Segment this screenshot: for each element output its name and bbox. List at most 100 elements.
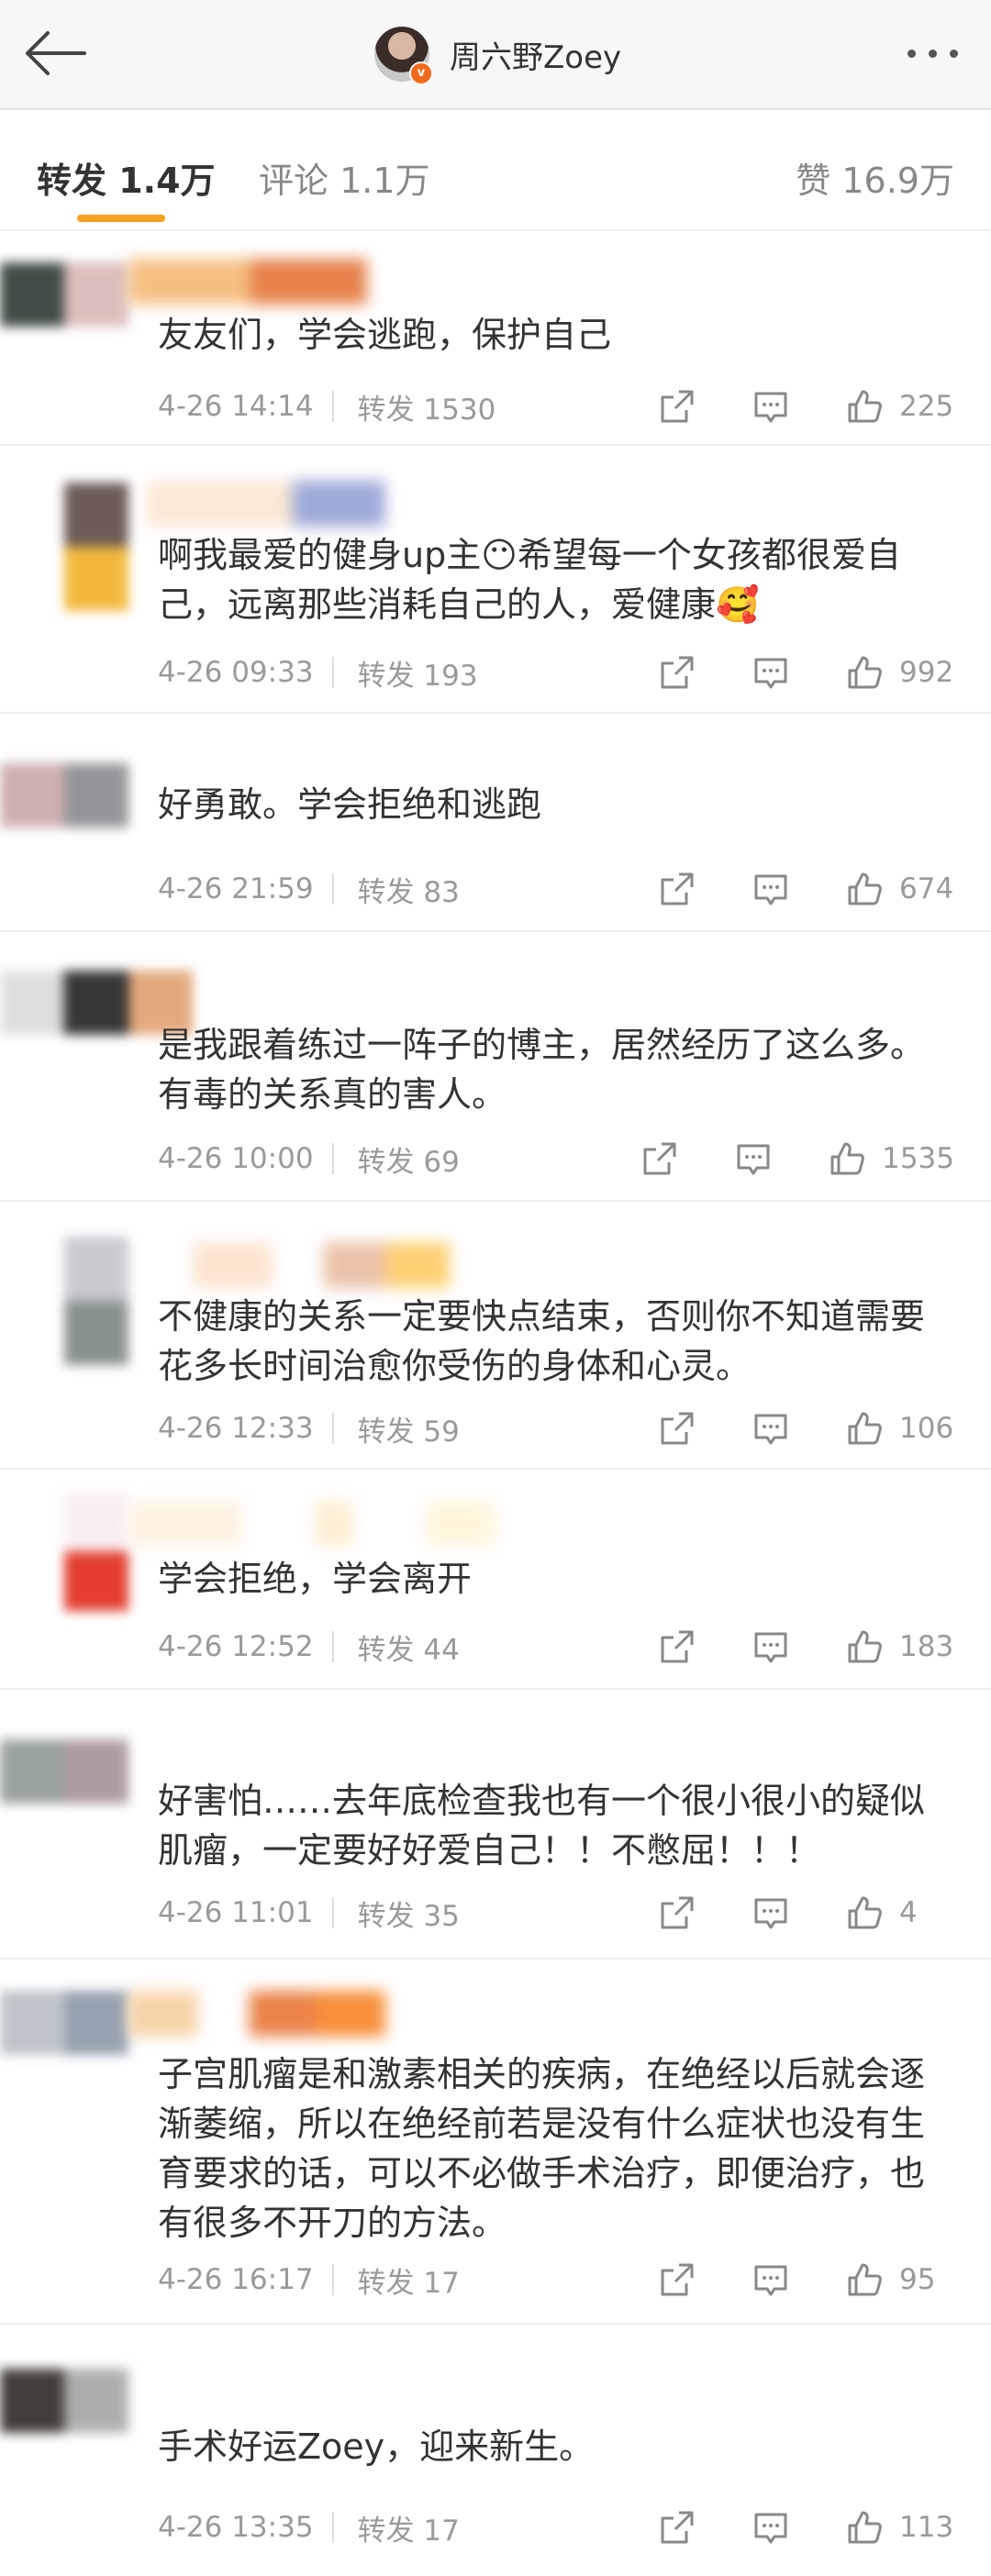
like-icon[interactable] bbox=[846, 1894, 883, 1931]
avatar[interactable] bbox=[0, 763, 128, 827]
comment-time: 4-26 09:33 bbox=[158, 656, 314, 689]
like-count: 4 bbox=[899, 1896, 918, 1929]
avatar[interactable] bbox=[0, 1991, 128, 2055]
repost-icon[interactable] bbox=[659, 654, 696, 691]
top-bar: v 周六野Zoey bbox=[0, 0, 991, 110]
divider bbox=[331, 657, 334, 688]
username-blurred[interactable] bbox=[128, 259, 367, 305]
comment-icon[interactable] bbox=[752, 654, 789, 691]
like-icon[interactable] bbox=[846, 2261, 883, 2298]
repost-icon[interactable] bbox=[659, 388, 696, 425]
list-item[interactable]: 子宫肌瘤是和激素相关的疾病，在绝经以后就会逐渐萎缩，所以在绝经前若是没有什么症状… bbox=[0, 1958, 991, 2325]
list-item[interactable]: 友友们，学会逃跑，保护自己 4-26 14:14 转发 1530 225 bbox=[0, 231, 991, 446]
like-icon[interactable] bbox=[846, 871, 883, 907]
avatar[interactable] bbox=[64, 1237, 128, 1365]
username-blurred[interactable] bbox=[128, 1501, 496, 1547]
comment-text: 啊我最爱的健身up主😶希望每一个女孩都很爱自己，远离那些消耗自己的人，爱健康🥰 bbox=[158, 535, 901, 625]
page-title: 周六野Zoey bbox=[450, 39, 622, 76]
tab-likes[interactable]: 赞 16.9万 bbox=[796, 152, 954, 203]
repost-icon[interactable] bbox=[659, 1410, 696, 1447]
comment-time: 4-26 13:35 bbox=[158, 2511, 314, 2544]
verified-badge-icon: v bbox=[409, 61, 433, 85]
repost-icon[interactable] bbox=[659, 2509, 696, 2546]
divider bbox=[331, 2264, 334, 2295]
comment-time: 4-26 12:52 bbox=[158, 1630, 314, 1663]
repost-icon[interactable] bbox=[659, 1628, 696, 1665]
comment-icon[interactable] bbox=[752, 1894, 789, 1931]
comment-time: 4-26 12:33 bbox=[158, 1412, 314, 1445]
comment-icon[interactable] bbox=[752, 871, 789, 907]
divider bbox=[331, 873, 334, 905]
comment-time: 4-26 10:00 bbox=[158, 1142, 314, 1175]
repost-count: 转发 83 bbox=[357, 875, 460, 909]
like-icon[interactable] bbox=[846, 388, 883, 425]
like-count: 113 bbox=[899, 2511, 954, 2544]
repost-count: 转发 1530 bbox=[357, 393, 496, 427]
comment-text: 好勇敢。学会拒绝和逃跑 bbox=[158, 784, 542, 825]
divider bbox=[331, 2512, 334, 2543]
repost-count: 转发 35 bbox=[357, 1899, 460, 1933]
avatar[interactable]: v bbox=[374, 27, 433, 85]
repost-icon[interactable] bbox=[659, 871, 696, 907]
username-blurred[interactable] bbox=[147, 481, 385, 527]
more-icon[interactable] bbox=[907, 50, 958, 58]
like-count: 183 bbox=[899, 1630, 954, 1663]
like-icon[interactable] bbox=[829, 1140, 865, 1177]
username-blurred[interactable] bbox=[128, 1991, 385, 2037]
comment-time: 4-26 14:14 bbox=[158, 390, 314, 423]
comment-time: 4-26 16:17 bbox=[158, 2263, 314, 2296]
avatar[interactable] bbox=[0, 2369, 128, 2433]
comment-text: 子宫肌瘤是和激素相关的疾病，在绝经以后就会逐渐萎缩，所以在绝经前若是没有什么症状… bbox=[158, 2054, 926, 2243]
divider bbox=[331, 1897, 334, 1928]
like-count: 106 bbox=[899, 1412, 954, 1445]
back-arrow-icon[interactable] bbox=[24, 28, 88, 79]
username-blurred[interactable] bbox=[193, 1242, 450, 1288]
avatar[interactable] bbox=[0, 1739, 128, 1804]
list-item[interactable]: 好害怕……去年底检查我也有一个很小很小的疑似肌瘤，一定要好好爱自己！！不憋屈！！… bbox=[0, 1688, 991, 1960]
list-item[interactable]: 好勇敢。学会拒绝和逃跑 4-26 21:59 转发 83 674 bbox=[0, 712, 991, 932]
list-item[interactable]: 手术好运Zoey，迎来新生。 4-26 13:35 转发 17 113 bbox=[0, 2323, 991, 2576]
tab-comments[interactable]: 评论 1.1万 bbox=[259, 152, 430, 203]
like-icon[interactable] bbox=[846, 1410, 883, 1447]
comment-text: 手术好运Zoey，迎来新生。 bbox=[158, 2426, 595, 2467]
repost-icon[interactable] bbox=[659, 1894, 696, 1931]
repost-count: 转发 69 bbox=[357, 1145, 460, 1179]
divider bbox=[331, 1143, 334, 1174]
comment-icon[interactable] bbox=[752, 1628, 789, 1665]
comment-icon[interactable] bbox=[752, 2261, 789, 2298]
avatar[interactable] bbox=[0, 262, 128, 327]
repost-icon[interactable] bbox=[659, 2261, 696, 2298]
like-count: 992 bbox=[899, 656, 954, 689]
repost-count: 转发 44 bbox=[357, 1633, 460, 1667]
repost-icon[interactable] bbox=[641, 1140, 678, 1177]
like-count: 674 bbox=[899, 872, 954, 905]
like-icon[interactable] bbox=[846, 654, 883, 691]
comment-text: 学会拒绝，学会离开 bbox=[158, 1559, 473, 1599]
comment-icon[interactable] bbox=[752, 1410, 789, 1447]
divider bbox=[331, 391, 334, 422]
list-item[interactable]: 啊我最爱的健身up主😶希望每一个女孩都很爱自己，远离那些消耗自己的人，爱健康🥰 … bbox=[0, 444, 991, 714]
like-count: 225 bbox=[899, 390, 954, 423]
comment-time: 4-26 11:01 bbox=[158, 1896, 314, 1929]
comment-icon[interactable] bbox=[735, 1140, 772, 1177]
like-icon[interactable] bbox=[846, 1628, 883, 1665]
avatar[interactable] bbox=[64, 483, 128, 611]
tab-bar: 转发 1.4万 评论 1.1万 赞 16.9万 bbox=[0, 119, 991, 231]
comment-time: 4-26 21:59 bbox=[158, 872, 314, 905]
tab-repost[interactable]: 转发 1.4万 bbox=[37, 152, 216, 203]
avatar[interactable] bbox=[64, 1492, 128, 1611]
like-icon[interactable] bbox=[846, 2509, 883, 2546]
comment-icon[interactable] bbox=[752, 388, 789, 425]
like-count: 1535 bbox=[882, 1142, 954, 1175]
list-item[interactable]: 学会拒绝，学会离开 4-26 12:52 转发 44 183 bbox=[0, 1468, 991, 1690]
comment-icon[interactable] bbox=[752, 2509, 789, 2546]
list-item[interactable]: 是我跟着练过一阵子的博主，居然经历了这么多。有毒的关系真的害人。 4-26 10… bbox=[0, 930, 991, 1202]
divider bbox=[331, 1631, 334, 1662]
like-count: 95 bbox=[899, 2263, 936, 2296]
comment-text: 不健康的关系一定要快点结束，否则你不知道需要花多长时间治愈你受伤的身体和心灵。 bbox=[158, 1296, 926, 1386]
list-item[interactable]: 不健康的关系一定要快点结束，否则你不知道需要花多长时间治愈你受伤的身体和心灵。 … bbox=[0, 1200, 991, 1470]
title-area[interactable]: v 周六野Zoey bbox=[374, 22, 621, 86]
repost-count: 转发 17 bbox=[357, 2266, 460, 2300]
repost-count: 转发 17 bbox=[357, 2514, 460, 2548]
repost-count: 转发 59 bbox=[357, 1415, 460, 1449]
